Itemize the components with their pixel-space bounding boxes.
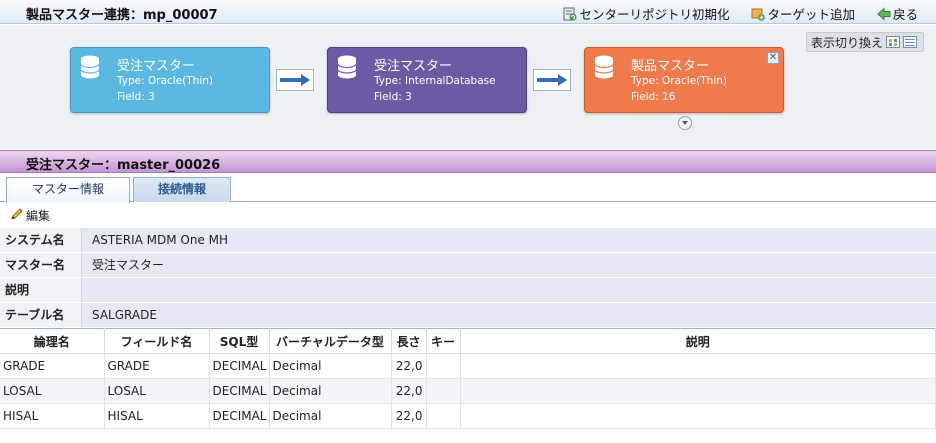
right-arrow-icon xyxy=(280,74,310,86)
flow-arrow xyxy=(533,69,571,91)
info-value xyxy=(82,278,936,302)
info-value: 受注マスター xyxy=(82,253,936,277)
table-row[interactable]: HISAL HISAL DECIMAL Decimal 22,0 xyxy=(0,403,936,429)
cell-description xyxy=(460,378,936,404)
tab-master-info[interactable]: マスター情報 xyxy=(6,177,130,203)
add-target-label: ターゲット追加 xyxy=(767,7,855,22)
table-row[interactable]: GRADE GRADE DECIMAL Decimal 22,0 xyxy=(0,353,936,379)
cell-key xyxy=(426,378,461,404)
node-type: Type: InternalDatabase xyxy=(374,75,496,87)
pencil-icon xyxy=(10,207,24,224)
cell-logical-name: GRADE xyxy=(0,353,105,379)
cell-virtual-type: Decimal xyxy=(269,378,392,404)
info-row: マスター名 受注マスター xyxy=(0,253,936,278)
node-type: Type: Oracle(Thin) xyxy=(117,75,213,87)
database-icon xyxy=(80,55,100,79)
column-header[interactable]: フィールド名 xyxy=(104,328,210,354)
node-name: 受注マスター xyxy=(374,59,453,74)
intermediate-node[interactable]: 受注マスター Type: InternalDatabase Field: 3 xyxy=(327,47,527,113)
expand-icon[interactable] xyxy=(678,116,692,130)
toolbar: センターリポジトリ初期化 ターゲット追加 戻る xyxy=(563,4,918,23)
add-target-button[interactable]: ターゲット追加 xyxy=(751,4,855,23)
cell-virtual-type: Decimal xyxy=(269,353,392,379)
cell-length: 22,0 xyxy=(391,378,427,404)
info-row: システム名 ASTERIA MDM One MH xyxy=(0,228,936,253)
node-field-count: Field: 3 xyxy=(117,91,155,103)
node-name: 製品マスター xyxy=(631,59,710,74)
reset-repository-label: センターリポジトリ初期化 xyxy=(579,7,730,22)
node-field-count: Field: 16 xyxy=(631,91,676,103)
cell-field-name: HISAL xyxy=(104,403,210,429)
cell-description xyxy=(460,403,936,429)
close-icon[interactable]: ✕ xyxy=(767,52,779,64)
source-node[interactable]: 受注マスター Type: Oracle(Thin) Field: 3 xyxy=(70,47,270,113)
cell-sql-type: DECIMAL xyxy=(209,353,270,379)
cell-length: 22,0 xyxy=(391,403,427,429)
tab-connection-info[interactable]: 接続情報 xyxy=(133,177,231,202)
mapping-diagram: 表示切り換え 受注マスター Type: Oracle(Thin) Field: … xyxy=(0,25,936,149)
column-header[interactable]: 論理名 xyxy=(0,328,105,354)
column-header[interactable]: SQL型 xyxy=(209,328,270,354)
edit-row: 編集 xyxy=(0,203,936,227)
database-icon xyxy=(337,55,357,79)
node-type: Type: Oracle(Thin) xyxy=(631,75,727,87)
column-header[interactable]: 長さ xyxy=(391,328,427,354)
edit-button[interactable]: 編集 xyxy=(10,207,50,224)
section-title: 受注マスター：master_00026 xyxy=(26,158,221,173)
list-view-icon[interactable] xyxy=(903,36,918,48)
table-row[interactable]: LOSAL LOSAL DECIMAL Decimal 22,0 xyxy=(0,378,936,404)
database-icon xyxy=(594,55,614,79)
page-title: 製品マスター連携：mp_00007 xyxy=(26,8,218,23)
edit-label: 編集 xyxy=(26,209,51,223)
cell-key xyxy=(426,403,461,429)
toggle-view-label: 表示切り換え xyxy=(811,35,884,50)
info-value: ASTERIA MDM One MH xyxy=(82,228,936,252)
right-arrow-icon xyxy=(537,74,567,86)
info-row: 説明 xyxy=(0,278,936,303)
toggle-view-button[interactable]: 表示切り換え xyxy=(806,32,924,52)
cell-field-name: GRADE xyxy=(104,353,210,379)
database-refresh-icon xyxy=(563,7,577,21)
cell-logical-name: HISAL xyxy=(0,403,105,429)
master-info-table: システム名 ASTERIA MDM One MH マスター名 受注マスター 説明… xyxy=(0,228,936,328)
info-label: システム名 xyxy=(0,228,82,252)
column-header[interactable]: バーチャルデータ型 xyxy=(269,328,392,354)
back-label: 戻る xyxy=(892,7,918,22)
cell-length: 22,0 xyxy=(391,353,427,379)
cell-sql-type: DECIMAL xyxy=(209,378,270,404)
column-header[interactable]: キー xyxy=(426,328,461,354)
info-label: 説明 xyxy=(0,278,82,302)
target-node[interactable]: 製品マスター Type: Oracle(Thin) Field: 16 ✕ xyxy=(584,47,784,113)
column-header[interactable]: 説明 xyxy=(460,328,936,354)
info-label: マスター名 xyxy=(0,253,82,277)
cell-virtual-type: Decimal xyxy=(269,403,392,429)
node-field-count: Field: 3 xyxy=(374,91,412,103)
back-arrow-icon xyxy=(877,6,891,21)
field-table: 論理名 フィールド名 SQL型 バーチャルデータ型 長さ キー 説明 GRADE… xyxy=(0,328,936,429)
node-name: 受注マスター xyxy=(117,59,196,74)
cell-field-name: LOSAL xyxy=(104,378,210,404)
cell-description xyxy=(460,353,936,379)
tab-bar: マスター情報 接続情報 xyxy=(0,174,936,203)
flow-arrow xyxy=(276,69,314,91)
info-label: テーブル名 xyxy=(0,303,82,327)
info-value: SALGRADE xyxy=(82,303,936,327)
add-target-icon xyxy=(751,7,766,21)
grid-view-icon[interactable] xyxy=(886,36,901,48)
cell-sql-type: DECIMAL xyxy=(209,403,270,429)
section-header: 受注マスター：master_00026 xyxy=(0,150,936,173)
reset-repository-button[interactable]: センターリポジトリ初期化 xyxy=(563,4,729,23)
cell-key xyxy=(426,353,461,379)
cell-logical-name: LOSAL xyxy=(0,378,105,404)
table-header-row: 論理名 フィールド名 SQL型 バーチャルデータ型 長さ キー 説明 xyxy=(0,328,936,354)
info-row: テーブル名 SALGRADE xyxy=(0,303,936,328)
back-button[interactable]: 戻る xyxy=(877,4,918,23)
title-bar: 製品マスター連携：mp_00007 センターリポジトリ初期化 ターゲット追加 戻… xyxy=(0,0,936,24)
